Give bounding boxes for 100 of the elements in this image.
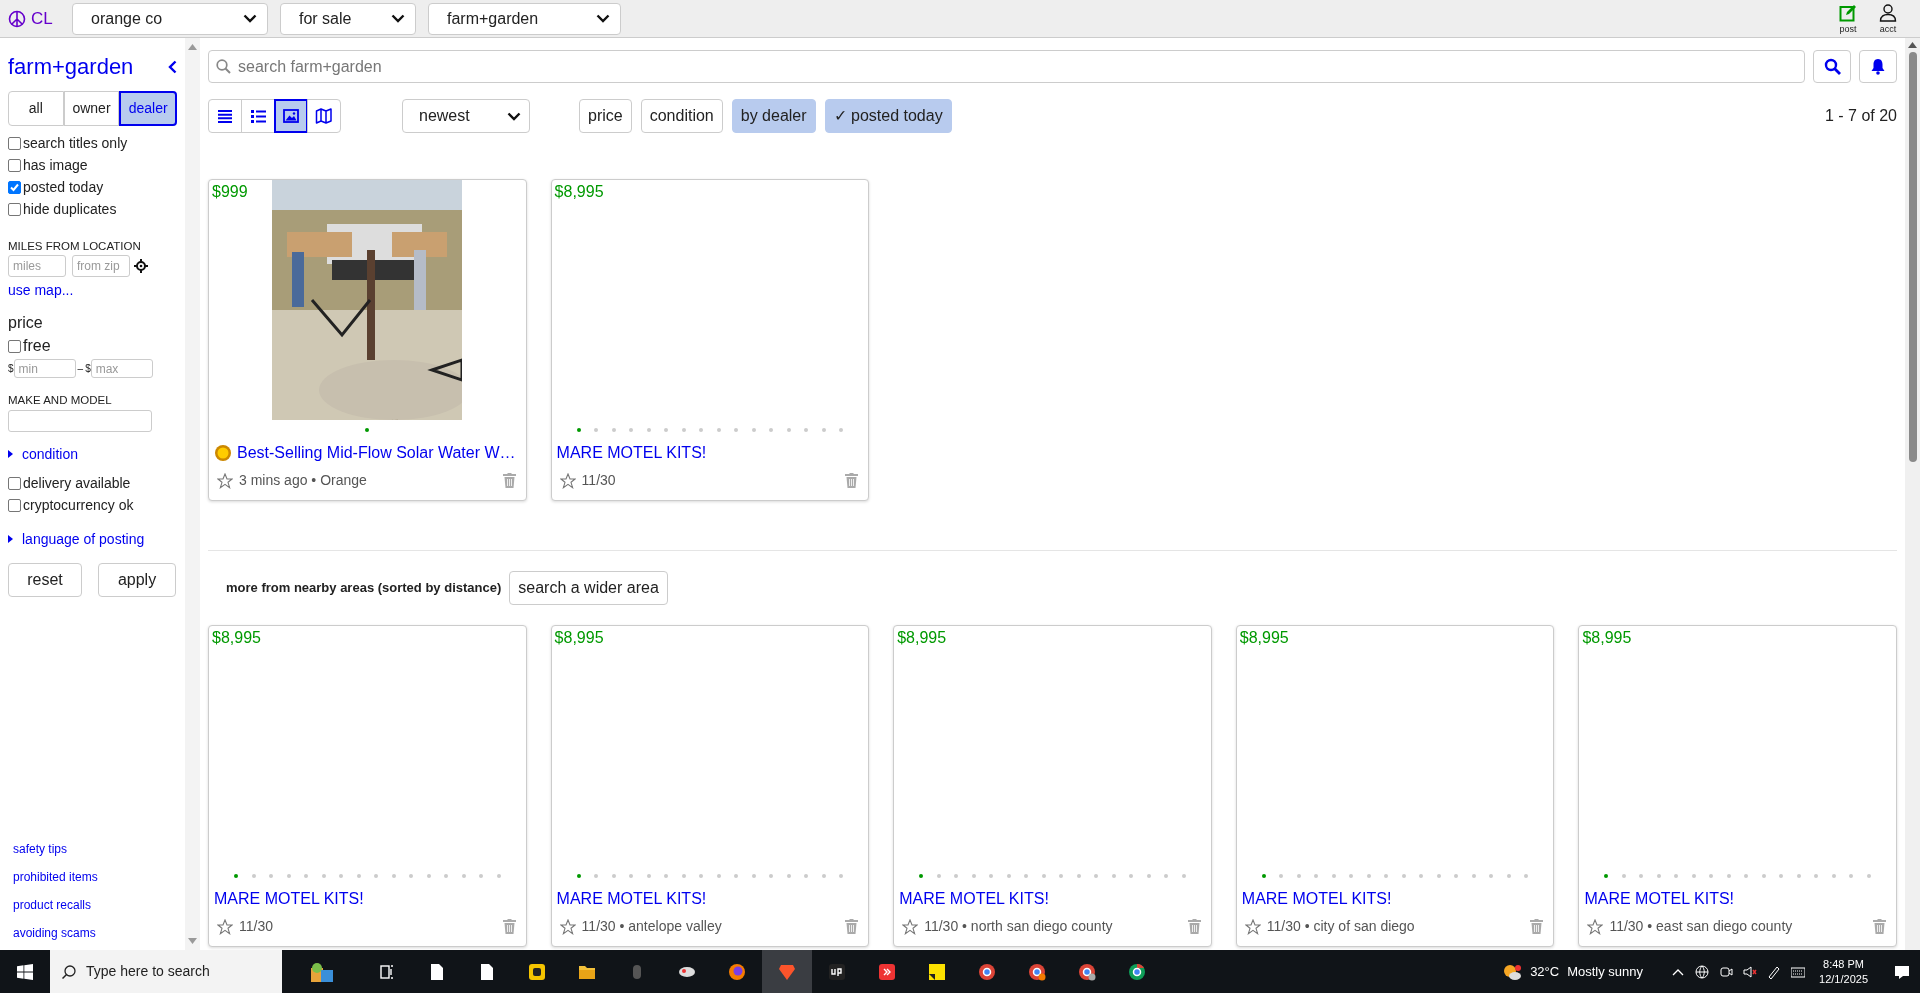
square-app-icon[interactable]	[878, 962, 896, 981]
carousel-dot[interactable]	[1146, 874, 1151, 878]
square-app-icon[interactable]	[528, 962, 546, 981]
collapse-icon[interactable]	[168, 59, 177, 74]
carousel-dot[interactable]	[611, 874, 616, 878]
dropdown[interactable]: for sale	[280, 2, 416, 35]
round-app-icon[interactable]	[728, 962, 746, 981]
dropdown[interactable]: orange co	[72, 2, 268, 35]
carousel-dot[interactable]	[1111, 874, 1116, 878]
carousel-dot[interactable]	[479, 874, 484, 878]
carousel-dot[interactable]	[1006, 874, 1011, 878]
carousel-dot[interactable]	[1164, 874, 1169, 878]
clock[interactable]: 8:48 PM 12/1/2025	[1819, 956, 1868, 987]
camera-icon[interactable]	[1719, 964, 1734, 979]
round-app-icon[interactable]	[978, 962, 996, 981]
carousel-dot[interactable]	[954, 874, 959, 878]
listing-card[interactable]: $999 Best-Selling Mid-Flow Solar Water W… 3 mins ago • Orange	[208, 179, 527, 501]
carousel-dot[interactable]	[426, 874, 431, 878]
carousel-dot[interactable]	[716, 428, 721, 432]
checkbox[interactable]	[8, 499, 21, 512]
carousel-dot[interactable]	[769, 428, 774, 432]
checkbox[interactable]	[8, 180, 21, 194]
carousel-dot[interactable]	[751, 874, 756, 878]
pen-icon[interactable]	[1767, 964, 1782, 979]
input-field[interactable]: miles	[8, 255, 66, 278]
carousel-dot[interactable]	[1419, 874, 1424, 878]
carousel-dot[interactable]	[1384, 874, 1389, 878]
carousel-dot[interactable]	[839, 428, 844, 432]
speaker-muted-icon[interactable]	[1743, 964, 1758, 979]
square-app-icon[interactable]	[828, 962, 846, 981]
footer-link[interactable]: avoiding scams	[13, 924, 98, 942]
carousel-dot[interactable]	[576, 874, 581, 878]
wider-search-button[interactable]: search a wider area	[509, 571, 668, 605]
alert-button[interactable]	[1859, 50, 1897, 83]
trash-icon[interactable]	[502, 919, 516, 934]
carousel-dot[interactable]	[664, 428, 669, 432]
carousel-dot[interactable]	[356, 874, 361, 878]
shield-icon[interactable]	[778, 962, 796, 981]
view-toggle[interactable]	[274, 99, 308, 133]
filter-tab[interactable]: dealer	[119, 91, 177, 126]
carousel-dot[interactable]	[321, 874, 326, 878]
carousel-dot[interactable]	[1349, 874, 1354, 878]
carousel-dot[interactable]	[1744, 874, 1749, 878]
windows-icon[interactable]	[17, 963, 33, 980]
taskbar-search[interactable]: Type here to search	[50, 950, 282, 993]
apply-button[interactable]: apply	[98, 562, 176, 597]
carousel-dot[interactable]	[1401, 874, 1406, 878]
carousel-dot[interactable]	[1436, 874, 1441, 878]
carousel-dot[interactable]	[374, 874, 379, 878]
carousel-dot[interactable]	[1849, 874, 1854, 878]
carousel-dot[interactable]	[1366, 874, 1371, 878]
carousel-dot[interactable]	[576, 428, 581, 432]
carousel-dot[interactable]	[989, 874, 994, 878]
checkbox[interactable]	[8, 158, 21, 172]
carousel-dot[interactable]	[699, 428, 704, 432]
carousel-dot[interactable]	[971, 874, 976, 878]
carousel-dot[interactable]	[1674, 874, 1679, 878]
carousel-dot[interactable]	[1454, 874, 1459, 878]
filter-button[interactable]: price	[579, 99, 632, 133]
footer-link[interactable]: prohibited items	[13, 868, 98, 886]
trash-icon[interactable]	[1873, 919, 1886, 934]
carousel-dot[interactable]	[594, 874, 599, 878]
carousel-dot[interactable]	[1691, 874, 1696, 878]
filter-tab[interactable]: all	[8, 91, 64, 126]
scrollbar-thumb[interactable]	[1908, 52, 1917, 462]
carousel-dot[interactable]	[1761, 874, 1766, 878]
locate-icon[interactable]	[134, 259, 148, 274]
carousel-dot[interactable]	[1814, 874, 1819, 878]
carousel-dot[interactable]	[1129, 874, 1134, 878]
carousel-dot[interactable]	[1059, 874, 1064, 878]
carousel-dot[interactable]	[681, 428, 686, 432]
carousel-dot[interactable]	[1041, 874, 1046, 878]
listing-card[interactable]: $8,995 MARE MOTEL KITS! 11/30	[208, 625, 527, 947]
carousel-dot[interactable]	[1709, 874, 1714, 878]
globe-icon[interactable]	[1695, 964, 1710, 979]
carousel-dot[interactable]	[716, 874, 721, 878]
carousel-dot[interactable]	[734, 428, 739, 432]
document-icon[interactable]	[478, 962, 496, 981]
carousel-dot[interactable]	[936, 874, 941, 878]
notification-icon[interactable]	[1894, 963, 1910, 980]
carousel-dot[interactable]	[821, 874, 826, 878]
post-button[interactable]: post	[1832, 3, 1864, 34]
star-icon[interactable]	[902, 918, 919, 935]
carousel-dot[interactable]	[919, 874, 924, 878]
carousel-dot[interactable]	[786, 874, 791, 878]
carousel-dot[interactable]	[699, 874, 704, 878]
carousel-dot[interactable]	[1296, 874, 1301, 878]
carousel-dot[interactable]	[251, 874, 256, 878]
carousel-dot[interactable]	[1331, 874, 1336, 878]
document-icon[interactable]	[428, 962, 446, 981]
filter-button[interactable]: condition	[640, 99, 723, 133]
listing-card[interactable]: $8,995 MARE MOTEL KITS! 11/30 • north san diego county	[893, 625, 1212, 947]
peace-icon[interactable]	[8, 9, 26, 28]
carousel-dot[interactable]	[1524, 874, 1529, 878]
carousel-dot[interactable]	[286, 874, 291, 878]
listing-title[interactable]: Best-Selling Mid-Flow Solar Water W…	[237, 441, 516, 465]
dropdown[interactable]: farm+garden	[428, 2, 621, 35]
star-icon[interactable]	[217, 918, 233, 935]
expander-link[interactable]: condition	[8, 443, 185, 465]
checkbox[interactable]	[8, 202, 21, 216]
